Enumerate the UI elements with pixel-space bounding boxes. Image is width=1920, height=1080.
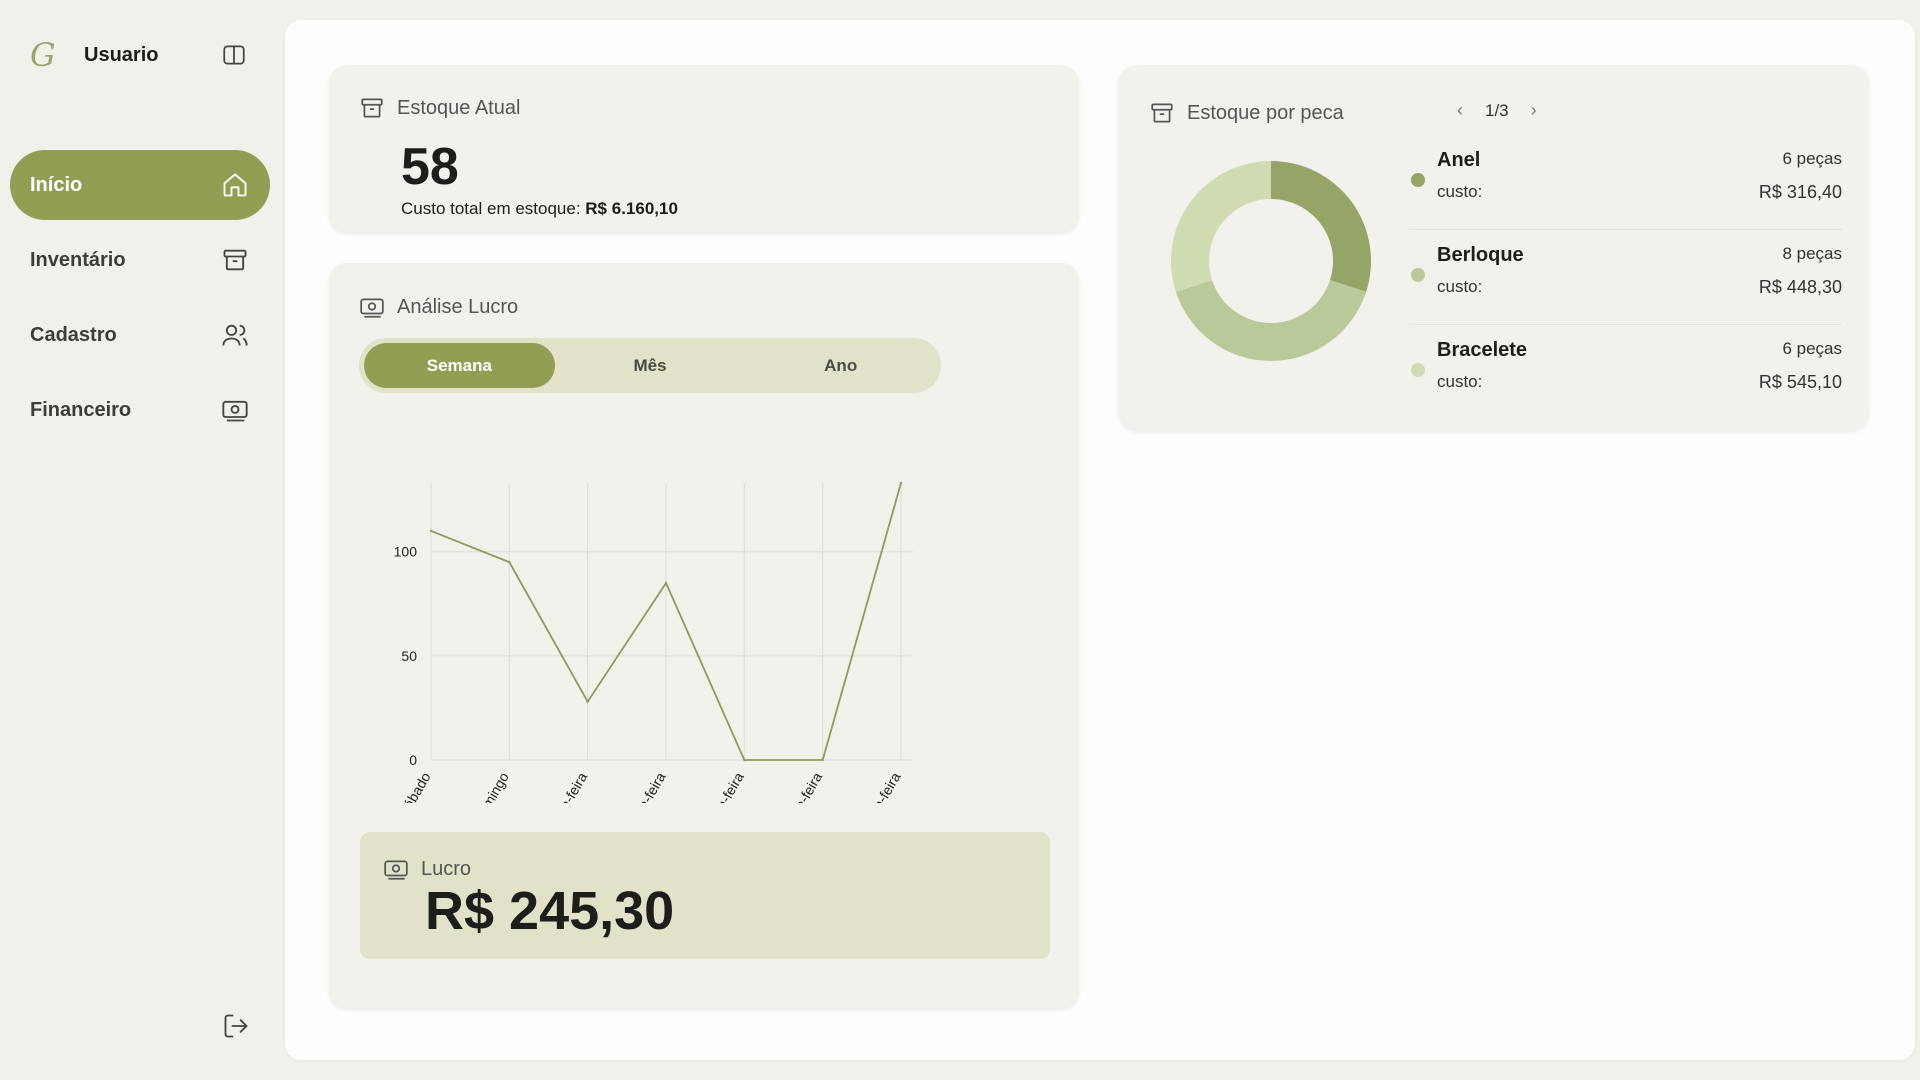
page-indicator: 1/3 xyxy=(1485,100,1509,120)
banknote-icon xyxy=(220,395,250,425)
legend-dot xyxy=(1411,363,1425,377)
sidebar: G Usuario Início Inventário Cadastro Fin… xyxy=(0,0,280,1080)
piece-cost: R$ 448,30 xyxy=(1758,277,1842,297)
archive-icon xyxy=(220,245,250,275)
archive-icon xyxy=(1151,103,1173,123)
profit-chart: 0 50 100 Sábado Domingo Segunda-feira Terça-fe… xyxy=(329,403,1079,854)
piece-name: Bracelete xyxy=(1437,339,1528,361)
sidebar-nav: Início Inventário Cadastro Financeiro xyxy=(10,150,270,450)
list-item: Anel custo: 6 peças R$ 316,40 xyxy=(1409,135,1842,230)
piece-qty: 6 peças xyxy=(1782,149,1842,168)
stock-value: 58 xyxy=(401,138,459,196)
profit-total-value: R$ 245,30 xyxy=(425,881,675,941)
y-tick-label: 50 xyxy=(401,648,417,664)
legend-dot xyxy=(1411,173,1425,187)
sidebar-item-label: Financeiro xyxy=(30,398,132,421)
y-tick-label: 0 xyxy=(409,752,417,768)
piece-cost: R$ 545,10 xyxy=(1758,372,1842,392)
profit-card-header: Análise Lucro xyxy=(359,294,518,320)
x-tick-label: Domingo xyxy=(470,769,512,803)
data-point xyxy=(821,758,824,762)
sidebar-item-cadastro[interactable]: Cadastro xyxy=(10,300,270,370)
stock-cost: Custo total em estoque: R$ 6.160,10 xyxy=(401,199,678,219)
list-item: Berloque custo: 8 peças R$ 448,30 xyxy=(1409,230,1842,325)
banknote-icon xyxy=(384,860,408,880)
profit-card: Análise Lucro Semana Mês Ano 0 50 100 Sábad… xyxy=(329,263,1079,1008)
sidebar-item-financeiro[interactable]: Financeiro xyxy=(10,375,270,445)
piece-cost-label: custo: xyxy=(1437,182,1483,201)
list-item: Bracelete custo: 6 peças R$ 545,10 xyxy=(1409,325,1842,419)
period-selector: Semana Mês Ano xyxy=(359,338,941,393)
donut-slice xyxy=(1175,280,1367,361)
logout-icon[interactable] xyxy=(222,1012,252,1042)
donut-slice xyxy=(1171,161,1271,292)
pieces-card: Estoque por peca ‹ 1/3 › Anel custo: 6 p… xyxy=(1119,65,1869,430)
home-icon xyxy=(220,170,250,200)
x-tick-label: Segunda-feira xyxy=(532,769,590,803)
stock-cost-value: R$ 6.160,10 xyxy=(585,199,678,218)
legend-dot xyxy=(1411,268,1425,282)
tab-semana[interactable]: Semana xyxy=(364,343,555,388)
sidebar-item-label: Cadastro xyxy=(30,323,117,346)
x-tick-label: Sexta-feira xyxy=(856,769,904,803)
profit-card-title: Análise Lucro xyxy=(397,295,519,318)
piece-qty: 8 peças xyxy=(1782,244,1842,263)
tab-ano[interactable]: Ano xyxy=(745,343,936,388)
x-tick-label: Quinta-feira xyxy=(775,769,826,803)
sidebar-item-inicio[interactable]: Início xyxy=(10,150,270,220)
sidebar-item-label: Inventário xyxy=(30,248,126,271)
users-icon xyxy=(220,320,250,350)
data-point xyxy=(899,481,903,485)
user-name: Usuario xyxy=(84,43,159,66)
piece-name: Anel xyxy=(1437,149,1481,171)
data-point xyxy=(508,560,511,564)
piece-cost-label: custo: xyxy=(1437,277,1483,296)
x-tick-label: Sábado xyxy=(396,769,434,803)
sidebar-item-inventario[interactable]: Inventário xyxy=(10,225,270,295)
stock-card-title: Estoque Atual xyxy=(397,96,521,119)
brand: G Usuario xyxy=(30,36,158,74)
chevron-right-icon[interactable]: › xyxy=(1523,100,1545,121)
pieces-card-title: Estoque por peca xyxy=(1187,101,1344,124)
data-point xyxy=(429,529,433,533)
brand-logo: G xyxy=(30,36,56,74)
tab-mes[interactable]: Mês xyxy=(555,343,746,388)
pieces-card-header: Estoque por peca xyxy=(1149,100,1344,126)
data-point xyxy=(743,758,746,762)
piece-name: Berloque xyxy=(1437,244,1524,266)
piece-qty: 6 peças xyxy=(1782,339,1842,358)
x-tick-label: Quarta-feira xyxy=(696,769,747,803)
piece-cost-label: custo: xyxy=(1437,372,1483,391)
profit-total-header: Lucro xyxy=(383,856,471,882)
x-tick-label: Terça-feira xyxy=(622,769,669,803)
profit-total-label: Lucro xyxy=(421,857,472,880)
sidebar-toggle-icon[interactable] xyxy=(221,42,247,68)
stock-cost-label: Custo total em estoque: xyxy=(401,199,581,218)
sidebar-item-label: Início xyxy=(30,173,83,196)
archive-icon xyxy=(361,98,383,118)
banknote-icon xyxy=(360,298,384,318)
pieces-donut-chart xyxy=(1171,161,1371,361)
data-point xyxy=(586,700,589,703)
chevron-left-icon[interactable]: ‹ xyxy=(1449,100,1471,121)
piece-cost: R$ 316,40 xyxy=(1758,182,1842,202)
profit-line-chart: 0 50 100 Sábado Domingo Segunda-feira Terça-fe… xyxy=(394,481,913,854)
y-tick-label: 100 xyxy=(394,544,418,560)
stock-card-header: Estoque Atual xyxy=(359,95,520,121)
data-point xyxy=(664,581,668,585)
stock-card: Estoque Atual 58 Custo total em estoque:… xyxy=(329,65,1079,232)
donut-slice xyxy=(1271,161,1371,292)
pieces-list: Anel custo: 6 peças R$ 316,40 Berloque c… xyxy=(1409,135,1842,419)
profit-total-box: Lucro R$ 245,30 xyxy=(360,832,1050,959)
main-content: Estoque Atual 58 Custo total em estoque:… xyxy=(285,20,1915,1060)
pager: ‹ 1/3 › xyxy=(1449,100,1545,121)
